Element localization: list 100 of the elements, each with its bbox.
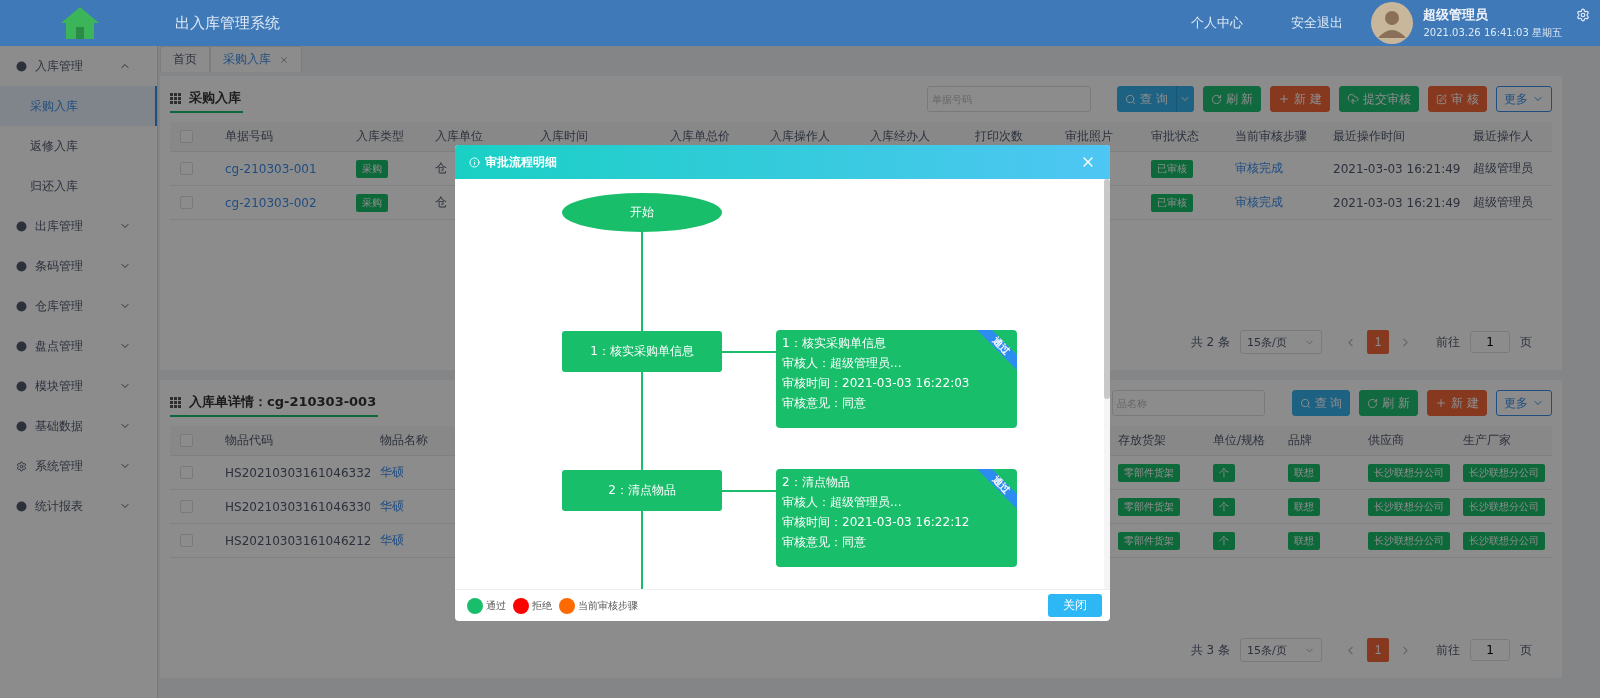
dot-icon: [16, 340, 27, 352]
column-header: 供应商: [1368, 432, 1404, 449]
page-tab[interactable]: 首页: [160, 46, 210, 72]
review-opinion: 审核意见：同意: [782, 395, 866, 412]
column-header: 生产厂家: [1463, 432, 1511, 449]
column-header: 单位/规格: [1213, 432, 1266, 449]
table-link[interactable]: 华硕: [380, 532, 404, 549]
page-button[interactable]: 1: [1367, 638, 1389, 662]
table-link[interactable]: 华硕: [380, 464, 404, 481]
tag: 长沙联想分公司: [1463, 463, 1545, 482]
settings-icon[interactable]: [1576, 8, 1590, 22]
header-link[interactable]: 安全退出: [1291, 14, 1344, 32]
review-time: 审核时间：2021-03-03 16:22:12: [782, 514, 970, 531]
legend-label: 通过: [486, 598, 506, 613]
table-cell: 仓: [435, 160, 447, 177]
table-link[interactable]: cg-210303-001: [225, 161, 317, 176]
page-size-select[interactable]: 15条/页: [1240, 330, 1322, 354]
dialog-title: 审批流程明细: [485, 153, 557, 171]
reviewer-text: 审核人：超级管理员...: [782, 355, 902, 372]
tag: 长沙联想分公司: [1463, 497, 1545, 516]
toolbar-button[interactable]: 更多: [1496, 390, 1552, 416]
tag: 长沙联想分公司: [1368, 497, 1450, 516]
dropdown-button[interactable]: [1175, 86, 1194, 112]
plus-icon: [1435, 397, 1448, 409]
total-count: 共 3 条: [1190, 641, 1230, 659]
page-input[interactable]: 1: [1470, 331, 1510, 353]
page-size-select[interactable]: 15条/页: [1240, 638, 1322, 662]
review-time: 审核时间：2021-03-03 16:22:03: [782, 375, 970, 392]
close-icon: [279, 54, 289, 65]
menu-item[interactable]: 采购入库: [0, 86, 157, 126]
toolbar-button[interactable]: 刷 新: [1359, 390, 1419, 416]
edit-icon: [1436, 93, 1448, 105]
column-header: 存放货架: [1118, 432, 1166, 449]
menu-item[interactable]: 归还入库: [0, 166, 157, 206]
step-node: 1：核实采购单信息: [562, 331, 722, 372]
user-name: 超级管理员: [1423, 6, 1490, 24]
toolbar-button[interactable]: 更多: [1496, 86, 1552, 112]
column-header: 最近操作时间: [1333, 128, 1405, 145]
column-header: 物品代码: [225, 432, 273, 449]
close-button[interactable]: 关闭: [1048, 594, 1102, 617]
date-time: 2021.03.26 16:41:03 星期五: [1423, 26, 1562, 40]
dot-icon: [16, 60, 27, 72]
tag: 长沙联想分公司: [1368, 531, 1450, 550]
step-title: 1：核实采购单信息: [782, 335, 886, 352]
table-link[interactable]: 华硕: [380, 498, 404, 515]
menu-group[interactable]: 统计报表: [0, 486, 157, 526]
menu-group[interactable]: 基础数据: [0, 406, 157, 446]
header-link[interactable]: 个人中心: [1191, 14, 1244, 32]
tag: 已审核: [1151, 159, 1193, 178]
menu-group[interactable]: 仓库管理: [0, 286, 157, 326]
toolbar-button[interactable]: 查 询: [1291, 390, 1351, 416]
page-tab[interactable]: 采购入库: [210, 46, 302, 72]
menu-group[interactable]: 条码管理: [0, 246, 157, 286]
toolbar-button[interactable]: 新 建: [1427, 390, 1487, 416]
grid-icon: [170, 92, 181, 104]
reviewer-text: 审核人：超级管理员...: [782, 494, 902, 511]
column-header: 品牌: [1288, 432, 1312, 449]
search-icon: [1299, 397, 1311, 409]
total-count: 共 2 条: [1190, 333, 1230, 351]
column-header: 当前审核步骤: [1235, 128, 1307, 145]
table-cell: 2021-03-03 16:21:49: [1333, 161, 1461, 176]
toolbar-button[interactable]: 刷 新: [1202, 86, 1262, 112]
tag: 个: [1213, 531, 1235, 550]
tag: 联想: [1288, 497, 1320, 516]
table-link[interactable]: 审核完成: [1235, 194, 1283, 211]
tag: 已审核: [1151, 193, 1193, 212]
page-button[interactable]: 1: [1367, 330, 1389, 354]
toolbar-button[interactable]: 审 核: [1428, 86, 1487, 112]
dot-icon: [16, 300, 27, 312]
column-header: 入库时间: [540, 128, 588, 145]
menu-group[interactable]: 模块管理: [0, 366, 157, 406]
step-title: 2：清点物品: [782, 474, 850, 491]
panel-title: 采购入库: [170, 85, 243, 113]
scrollbar[interactable]: [1104, 179, 1110, 589]
legend-label: 当前审核步骤: [578, 598, 638, 613]
menu-group[interactable]: 入库管理: [0, 46, 157, 86]
toolbar-button[interactable]: 查 询: [1116, 86, 1176, 112]
result-ribbon: 通过: [977, 330, 1017, 370]
menu-group[interactable]: 系统管理: [0, 446, 157, 486]
tag: 联想: [1288, 531, 1320, 550]
table-cell: HS20210303161046330: [225, 499, 370, 514]
avatar-icon: [1371, 2, 1414, 44]
tag: 零部件货架: [1118, 531, 1180, 550]
menu-group[interactable]: 盘点管理: [0, 326, 157, 366]
table-link[interactable]: 审核完成: [1235, 160, 1283, 177]
menu-group[interactable]: 出库管理: [0, 206, 157, 246]
goto-label: 前往: [1436, 333, 1460, 351]
table-cell: 仓: [435, 194, 447, 211]
column-header: 入库类型: [356, 128, 404, 145]
toolbar-button[interactable]: 提交审核: [1339, 86, 1420, 112]
toolbar-button[interactable]: 新 建: [1270, 86, 1331, 112]
plus-icon: [1278, 93, 1291, 105]
goto-label: 前往: [1436, 641, 1460, 659]
step-node: 2：清点物品: [562, 470, 722, 511]
table-link[interactable]: cg-210303-002: [225, 195, 317, 210]
legend-label: 拒绝: [532, 598, 552, 613]
menu-item[interactable]: 返修入库: [0, 126, 157, 166]
page-input[interactable]: 1: [1470, 639, 1510, 661]
start-node: 开始: [562, 193, 722, 232]
dot-icon: [16, 220, 27, 232]
